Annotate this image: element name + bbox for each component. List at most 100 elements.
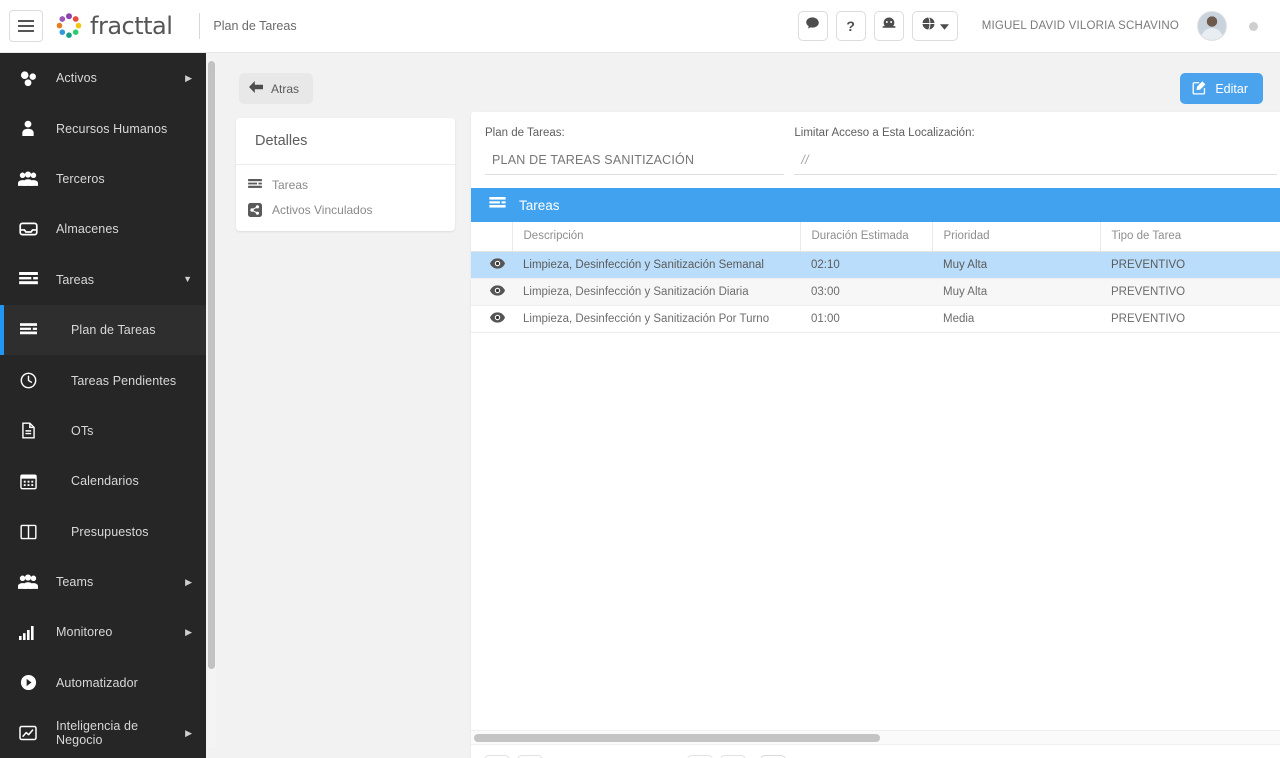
help-button[interactable]: ? <box>835 11 866 41</box>
sidebar-item-monitoreo[interactable]: Monitoreo ▶ <box>0 607 206 657</box>
limitar-acceso-value[interactable]: // <box>794 153 1277 175</box>
table-row[interactable]: Limpieza, Desinfección y Sanitización Se… <box>471 251 1280 279</box>
row-visibility-toggle[interactable] <box>471 251 512 279</box>
sidebar-item-tareas[interactable]: Tareas ▼ <box>0 255 206 305</box>
tasks-table-body: Limpieza, Desinfección y Sanitización Se… <box>471 251 1280 333</box>
language-button[interactable] <box>911 11 958 41</box>
tasks-icon <box>489 197 506 213</box>
chevron-down-icon: ▼ <box>183 274 192 285</box>
column-header-descripcion[interactable]: Descripción <box>512 222 801 252</box>
chevron-right-icon: ▶ <box>185 72 192 83</box>
app-root: fracttal Plan de Tareas ? MIGUEL DAVID V… <box>0 0 1280 758</box>
sidebar-item-terceros[interactable]: Terceros <box>0 154 206 204</box>
share-nodes-icon <box>248 202 262 217</box>
signal-bars-icon <box>0 625 56 640</box>
avatar[interactable] <box>1197 11 1227 41</box>
sidebar-item-ots[interactable]: OTs <box>0 406 206 456</box>
plan-de-tareas-field: Plan de Tareas: PLAN DE TAREAS SANITIZAC… <box>481 127 785 175</box>
tasks-icon <box>248 179 262 190</box>
sidebar-item-label: Almacenes <box>56 222 119 237</box>
first-page-button[interactable]: « <box>484 754 510 758</box>
edit-button[interactable]: Editar <box>1180 73 1263 104</box>
plan-de-tareas-value[interactable]: PLAN DE TAREAS SANITIZACIÓN <box>485 153 785 175</box>
sidebar-item-teams[interactable]: Teams ▶ <box>0 557 206 607</box>
cell-prioridad: Muy Alta <box>932 278 1100 306</box>
column-header-prioridad[interactable]: Prioridad <box>932 222 1101 252</box>
sidebar-item-calendarios[interactable]: Calendarios <box>0 456 206 506</box>
chat-button[interactable] <box>797 11 828 41</box>
chat-bubble-icon <box>805 16 820 36</box>
cell-prioridad: Media <box>932 305 1100 333</box>
assets-icon <box>0 70 56 87</box>
chevron-right-icon: ▶ <box>185 727 192 738</box>
lifebuoy-icon <box>881 16 897 36</box>
clock-icon <box>0 372 56 389</box>
back-button-label: Atras <box>271 81 300 96</box>
row-visibility-toggle[interactable] <box>471 278 512 306</box>
cell-descripcion: Limpieza, Desinfección y Sanitización Di… <box>512 278 800 306</box>
columns-icon <box>0 524 56 540</box>
cell-duracion: 02:10 <box>800 251 932 279</box>
details-title: Detalles <box>236 118 455 165</box>
tasks-section-header: Tareas <box>471 188 1280 222</box>
calendar-icon <box>0 473 56 490</box>
sidebar-item-presupuestos[interactable]: Presupuestos <box>0 507 206 557</box>
cell-tipo: PREVENTIVO <box>1100 278 1280 306</box>
limitar-acceso-label: Limitar Acceso a Esta Localización: <box>794 127 975 139</box>
tasks-table-head: Descripción Duración Estimada Prioridad … <box>471 222 1280 252</box>
sidebar: Activos ▶ Recursos Humanos Terceros Alma… <box>0 53 206 758</box>
details-list: Tareas Activos Vinculados <box>236 165 455 231</box>
sidebar-item-plan-de-tareas[interactable]: Plan de Tareas <box>0 304 206 356</box>
row-visibility-toggle[interactable] <box>471 305 512 333</box>
details-item-tareas[interactable]: Tareas <box>236 172 455 197</box>
sidebar-item-inteligencia-de-negocio[interactable]: Inteligencia de Negocio ▶ <box>0 708 206 758</box>
play-circle-icon <box>0 674 56 691</box>
refresh-button[interactable] <box>760 754 787 758</box>
status-badge <box>1249 21 1258 31</box>
column-header-duracion[interactable]: Duración Estimada <box>800 222 933 252</box>
sidebar-item-label: Recursos Humanos <box>56 121 168 136</box>
eye-icon <box>489 284 505 296</box>
hamburger-icon[interactable] <box>9 10 43 42</box>
table-row[interactable]: Limpieza, Desinfección y Sanitización Po… <box>471 305 1280 333</box>
sidebar-scrollbar-thumb[interactable] <box>208 61 215 669</box>
sidebar-item-label: Plan de Tareas <box>71 323 156 338</box>
tasks-card: Plan de Tareas: PLAN DE TAREAS SANITIZAC… <box>471 112 1280 758</box>
sidebar-item-label: Calendarios <box>71 474 139 489</box>
back-button[interactable]: Atras <box>239 73 314 104</box>
form-fields: Plan de Tareas: PLAN DE TAREAS SANITIZAC… <box>471 112 1280 175</box>
main-content: Atras Editar Detalles Tareas Activos Vin… <box>216 53 1280 758</box>
sidebar-item-label: Inteligencia de Negocio <box>56 719 139 748</box>
column-header-tipo[interactable]: Tipo de Tarea <box>1100 222 1280 252</box>
sidebar-item-recursos-humanos[interactable]: Recursos Humanos <box>0 103 206 153</box>
last-page-button[interactable]: » <box>720 754 747 758</box>
support-button[interactable] <box>873 11 904 41</box>
breadcrumb: Plan de Tareas <box>213 19 297 33</box>
sidebar-item-automatizador[interactable]: Automatizador <box>0 658 206 708</box>
chevron-down-icon <box>939 17 949 35</box>
sidebar-item-label: Teams <box>56 575 94 590</box>
trend-chart-icon <box>0 725 56 741</box>
brand-name: fracttal <box>90 12 173 40</box>
pencil-square-icon <box>1192 80 1207 98</box>
sidebar-item-label: Activos <box>56 71 97 86</box>
sidebar-item-label: OTs <box>71 423 94 438</box>
sidebar-scrollbar[interactable] <box>207 58 216 748</box>
fracttal-logo-icon <box>55 12 83 40</box>
brand-logo[interactable]: fracttal <box>55 12 173 40</box>
sidebar-item-tareas-pendientes[interactable]: Tareas Pendientes <box>0 355 206 405</box>
breadcrumb-divider <box>199 13 201 39</box>
table-horizontal-scrollbar-thumb[interactable] <box>474 734 880 742</box>
table-row[interactable]: Limpieza, Desinfección y Sanitización Di… <box>471 278 1280 306</box>
prev-page-button[interactable]: ‹ <box>517 754 543 758</box>
sidebar-item-activos[interactable]: Activos ▶ <box>0 53 206 103</box>
person-icon <box>0 120 56 137</box>
column-header-icon[interactable] <box>471 222 513 252</box>
sidebar-item-label: Presupuestos <box>71 524 149 539</box>
sidebar-item-label: Tareas <box>56 272 95 287</box>
table-horizontal-scrollbar[interactable] <box>471 730 1280 744</box>
sidebar-item-almacenes[interactable]: Almacenes <box>0 204 206 254</box>
tasks-table: Descripción Duración Estimada Prioridad … <box>471 222 1280 333</box>
next-page-button[interactable]: › <box>687 754 714 758</box>
details-item-activos-vinculados[interactable]: Activos Vinculados <box>236 197 455 222</box>
